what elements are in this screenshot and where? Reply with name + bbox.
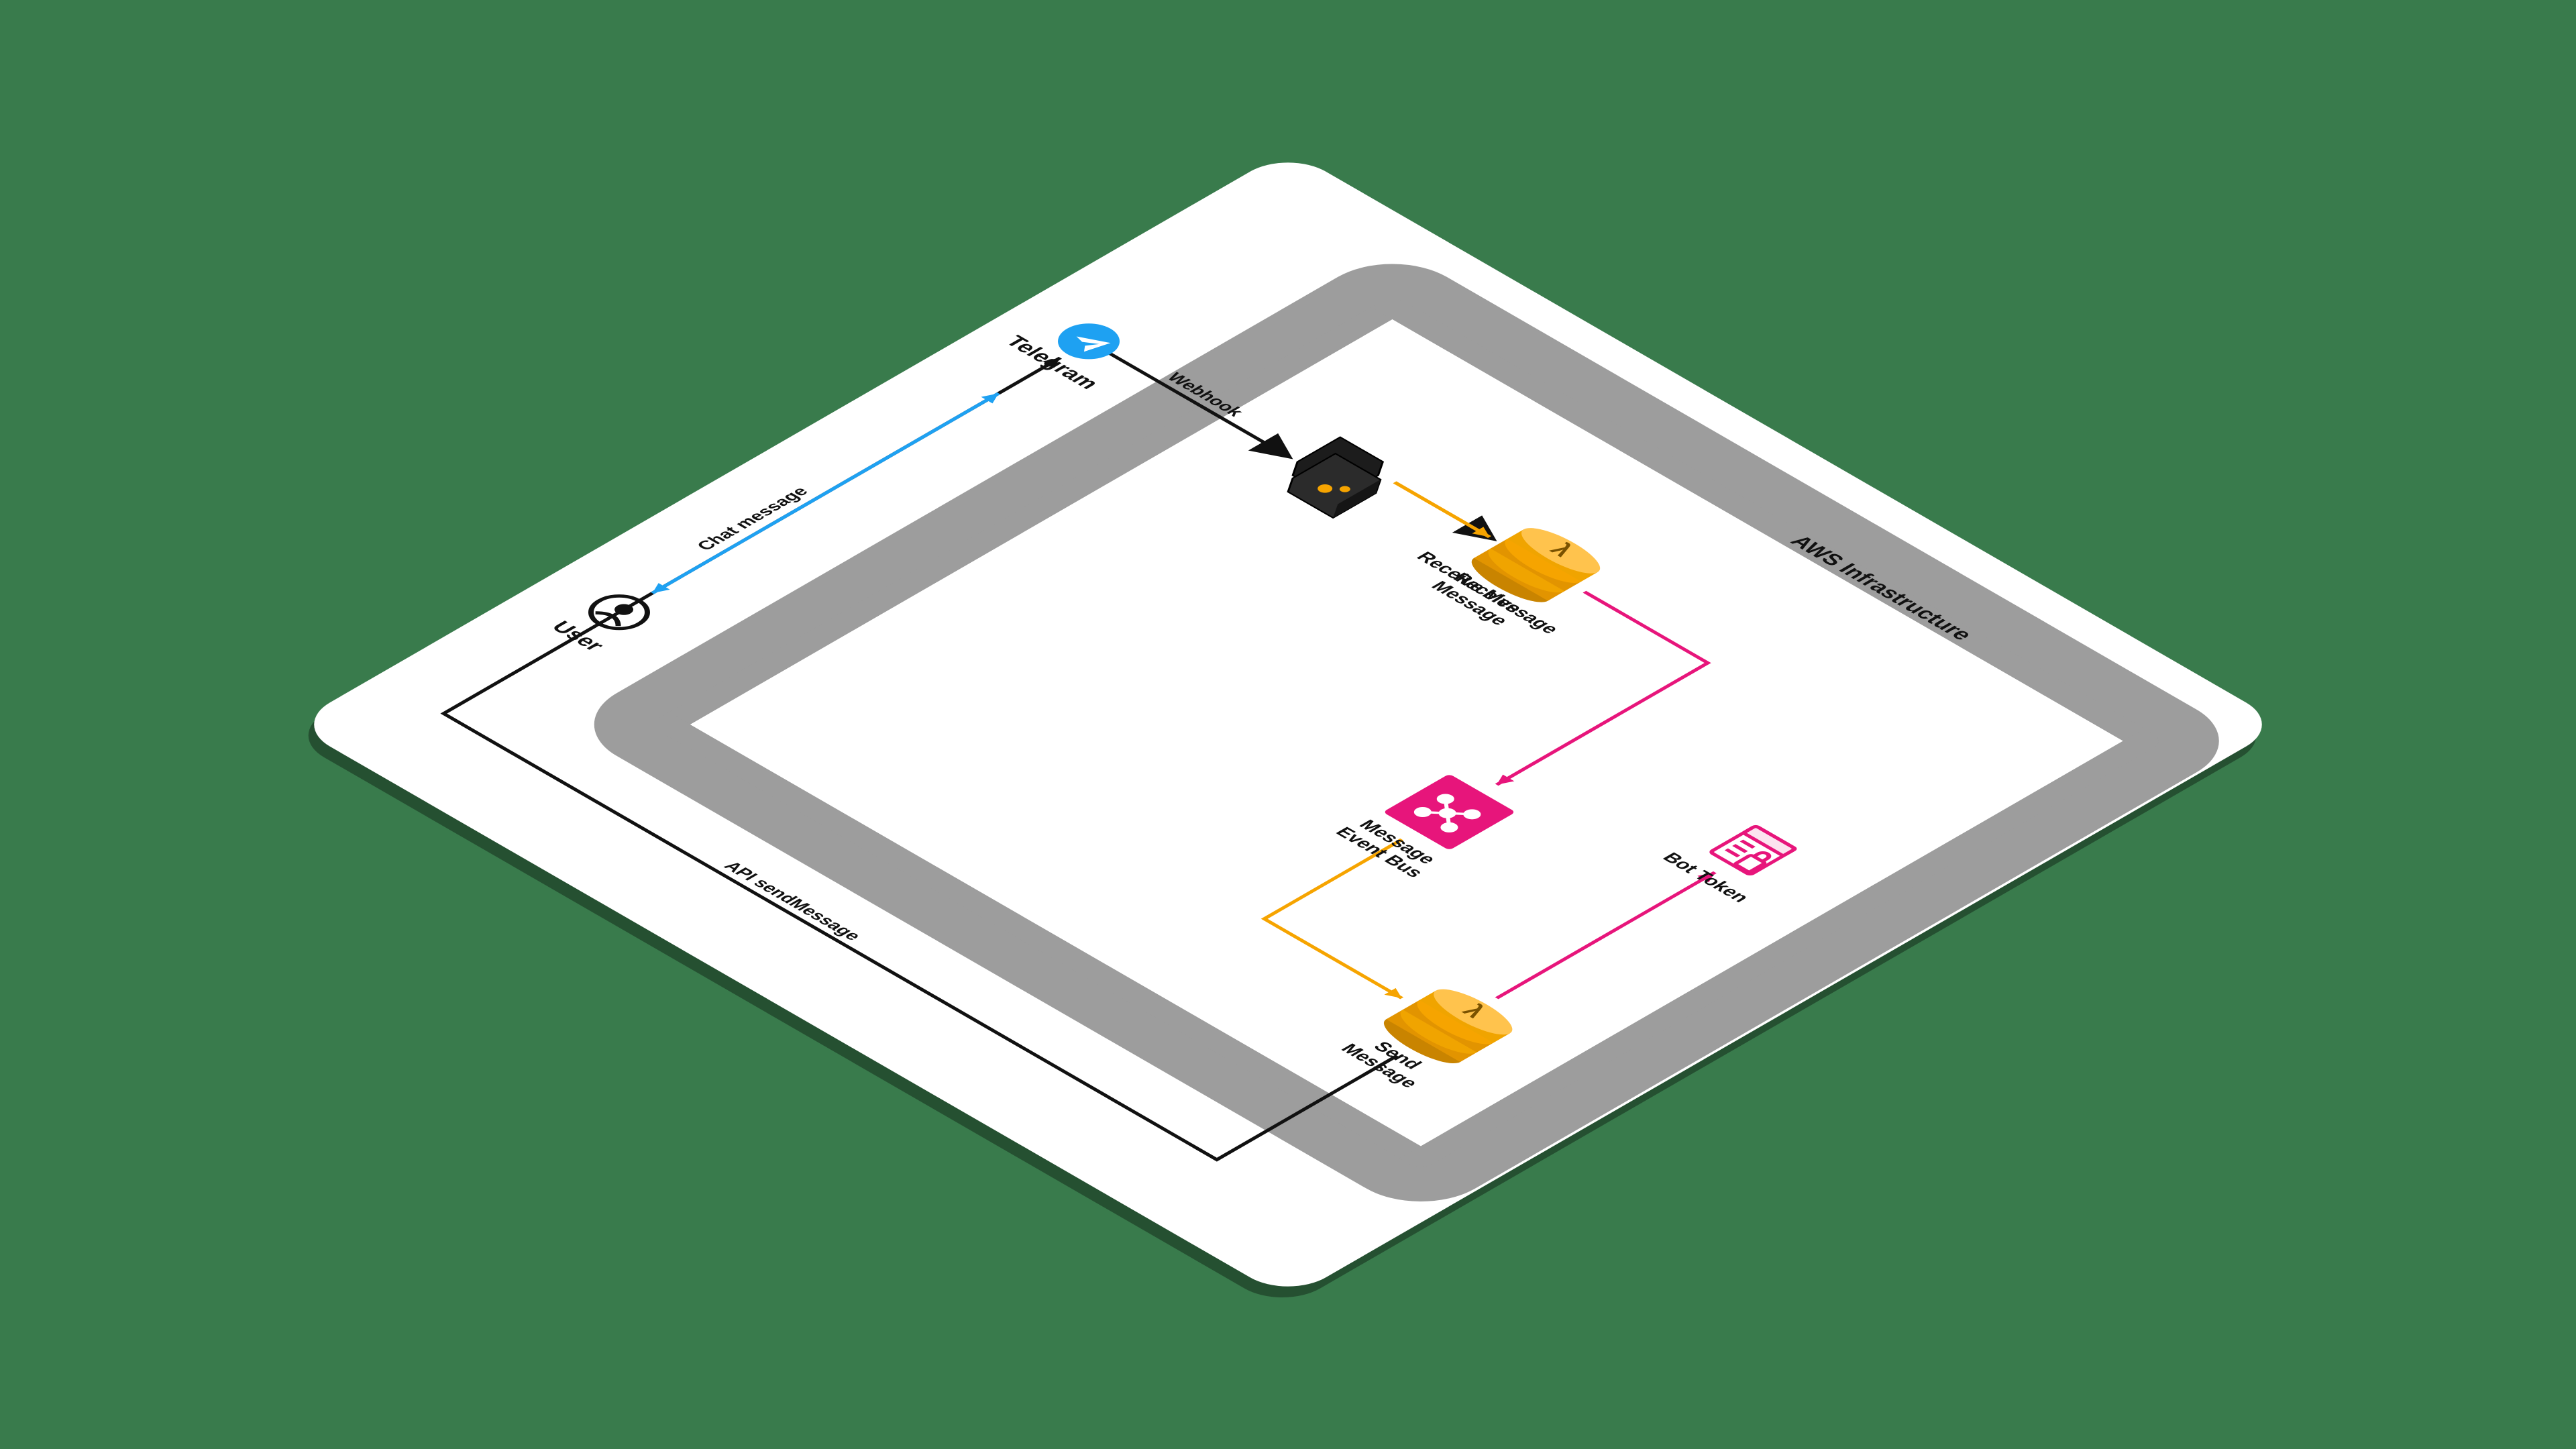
diagram-svg: AWS Infrastructure Webhook xyxy=(215,87,2361,1362)
diagram-stage: AWS Infrastructure Webhook xyxy=(215,87,2361,1362)
